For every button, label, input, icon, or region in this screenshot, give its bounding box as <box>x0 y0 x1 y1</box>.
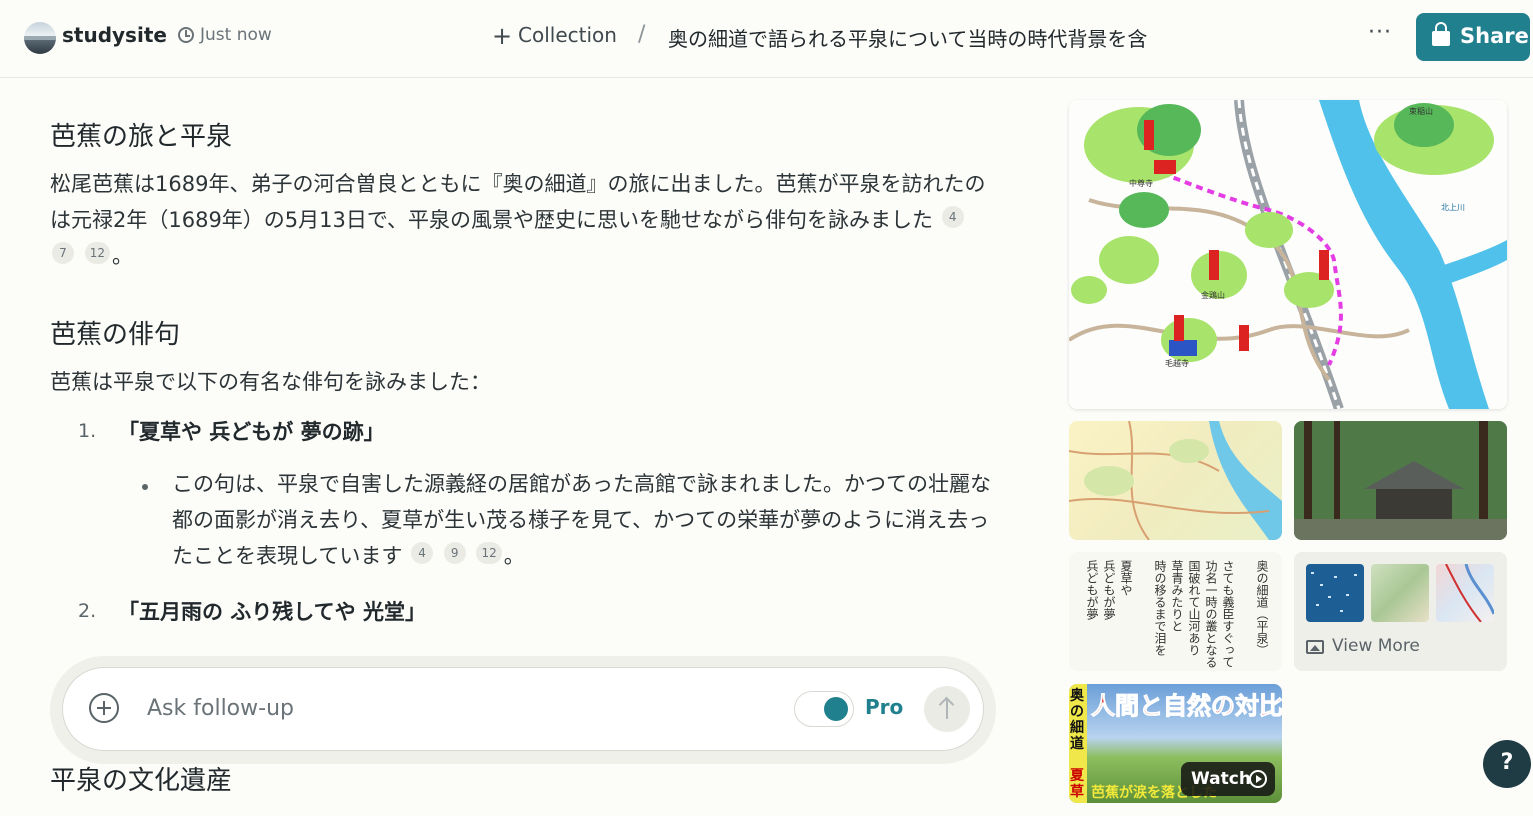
list-number: 2. <box>78 600 97 622</box>
map-illustration: 中尊寺 毛越寺 金鶏山 北上川 束稲山 <box>1069 100 1507 409</box>
map-thumbnail[interactable] <box>1069 421 1282 540</box>
share-button[interactable]: Share <box>1416 13 1530 61</box>
paragraph-line: 7 12。 <box>50 238 990 274</box>
citation-badge[interactable]: 7 <box>52 242 74 264</box>
add-to-collection-button[interactable]: Collection <box>518 23 617 47</box>
poem-column: 兵どもが夢 <box>1085 560 1099 620</box>
more-image-thumb <box>1371 564 1429 622</box>
paragraph-line: は元禄2年（1689年）の5月13日で、平泉の風景や歴史に思いを馳せながら俳句を… <box>50 202 990 238</box>
pro-label[interactable]: Pro <box>865 695 903 719</box>
more-options-icon[interactable]: ··· <box>1368 20 1392 45</box>
list-number: 1. <box>78 420 97 442</box>
paragraph-line: この句は、平泉で自害した源義経の居館があった高館で詠まれました。かつての壮麗な <box>172 472 990 496</box>
video-side-text: 夏草 <box>1070 768 1084 800</box>
poem-column: 草青みたりと <box>1170 560 1184 632</box>
konjikido-photo[interactable] <box>1294 421 1507 540</box>
paragraph-line: 都の面影が消え去り、夏草が生い茂る様子を見て、かつての栄華が夢のように消え去っ <box>172 508 990 532</box>
poem-column: 夏草や <box>1119 560 1133 596</box>
watch-label: Watch <box>1191 769 1251 789</box>
add-attachment-icon[interactable] <box>89 693 119 723</box>
more-image-thumb <box>1306 564 1364 622</box>
map-label: 束稲山 <box>1409 106 1433 116</box>
share-label: Share <box>1460 24 1529 48</box>
video-side-text: 奥の細道 <box>1070 688 1084 752</box>
hiraizumi-map-image[interactable]: 中尊寺 毛越寺 金鶏山 北上川 束稲山 <box>1069 100 1507 409</box>
poem-columns: 奥の細道（平泉） さても義臣すぐって 功名一時の叢となる 国破れて山河あり 草青… <box>1083 560 1270 668</box>
site-avatar[interactable] <box>24 22 56 54</box>
clock-icon <box>178 27 194 43</box>
section-heading-heritage: 平泉の文化遺産 <box>50 766 233 796</box>
view-more-images-button[interactable]: View More <box>1294 552 1507 671</box>
paragraph-tail: 。 <box>503 544 525 568</box>
poem-text-image[interactable]: 奥の細道（平泉） さても義臣すぐって 功名一時の叢となる 国破れて山河あり 草青… <box>1069 552 1282 671</box>
timestamp: Just now <box>200 25 272 45</box>
paragraph-line: 松尾芭蕉は1689年、弟子の河合曽良とともに『奥の細道』の旅に出ました。芭蕉が平… <box>50 172 986 196</box>
citation-badge[interactable]: 12 <box>84 242 110 264</box>
arrow-up-icon <box>946 699 948 719</box>
map-thumbnail-art <box>1069 421 1282 540</box>
poem-column: 兵どもが夢 <box>1102 560 1116 620</box>
citation-badge[interactable]: 12 <box>476 542 502 564</box>
plus-icon[interactable]: + <box>492 24 512 48</box>
view-more-label: View More <box>1332 636 1420 656</box>
paragraph-haiku-intro: 芭蕉は平泉で以下の有名な俳句を詠みました： <box>50 370 491 394</box>
followup-input[interactable] <box>147 690 747 726</box>
help-button[interactable]: ? <box>1483 740 1531 788</box>
citation-badge[interactable]: 4 <box>941 206 964 228</box>
citation-badge[interactable]: 4 <box>411 542 434 564</box>
video-thumbnail[interactable]: 奥の細道 夏草 人間と自然の対比 芭蕉が涙を落とした Watch <box>1069 684 1282 803</box>
paragraph-tail: 。 <box>111 244 133 268</box>
citation-badge[interactable]: 9 <box>443 542 466 564</box>
poem-column: さても義臣すぐって <box>1221 560 1235 668</box>
paragraph-text: は元禄2年（1689年）の5月13日で、平泉の風景や歴史に思いを馳せながら俳句を… <box>50 208 934 232</box>
haiku-description: この句は、平泉で自害した源義経の居館があった高館で詠まれました。かつての壮麗な … <box>172 466 990 574</box>
help-label: ? <box>1500 750 1514 775</box>
images-icon <box>1306 640 1324 654</box>
site-name[interactable]: studysite <box>62 23 167 47</box>
pro-toggle[interactable] <box>794 691 854 727</box>
section-heading-journey: 芭蕉の旅と平泉 <box>50 122 233 152</box>
bullet-dot <box>142 484 152 490</box>
map-label: 中尊寺 <box>1129 178 1153 188</box>
more-image-thumb <box>1436 563 1496 623</box>
paragraph-journey: 松尾芭蕉は1689年、弟子の河合曽良とともに『奥の細道』の旅に出ました。芭蕉が平… <box>50 166 990 274</box>
haiku-title: 「五月雨の ふり残してや 光堂」 <box>118 600 426 624</box>
video-title: 人間と自然の対比 <box>1091 692 1283 721</box>
poem-column: 奥の細道（平泉） <box>1255 560 1269 656</box>
poem-column: 功名一時の叢となる <box>1204 560 1218 668</box>
top-bar: studysite Just now + Collection / 奥の細道で語… <box>0 0 1533 78</box>
watch-button[interactable]: Watch <box>1181 762 1275 796</box>
temple-photo-art <box>1294 421 1507 540</box>
poem-column: 国破れて山河あり <box>1187 560 1201 656</box>
paragraph-line: たことを表現しています 4 9 12。 <box>172 538 990 574</box>
thread-title[interactable]: 奥の細道で語られる平泉について当時の時代背景を含… <box>668 23 1148 52</box>
map-label: 毛越寺 <box>1165 358 1189 368</box>
section-heading-haiku: 芭蕉の俳句 <box>50 320 181 350</box>
lock-icon <box>1432 22 1450 46</box>
poem-column: 時の移るまで泪を <box>1153 560 1167 656</box>
send-button[interactable] <box>924 686 970 732</box>
play-icon <box>1249 770 1267 788</box>
map-label: 金鶏山 <box>1201 290 1225 300</box>
breadcrumb-separator: / <box>638 22 646 47</box>
paragraph-text: たことを表現しています <box>172 544 403 568</box>
haiku-title: 「夏草や 兵どもが 夢の跡」 <box>118 420 385 444</box>
map-label: 北上川 <box>1441 203 1465 212</box>
